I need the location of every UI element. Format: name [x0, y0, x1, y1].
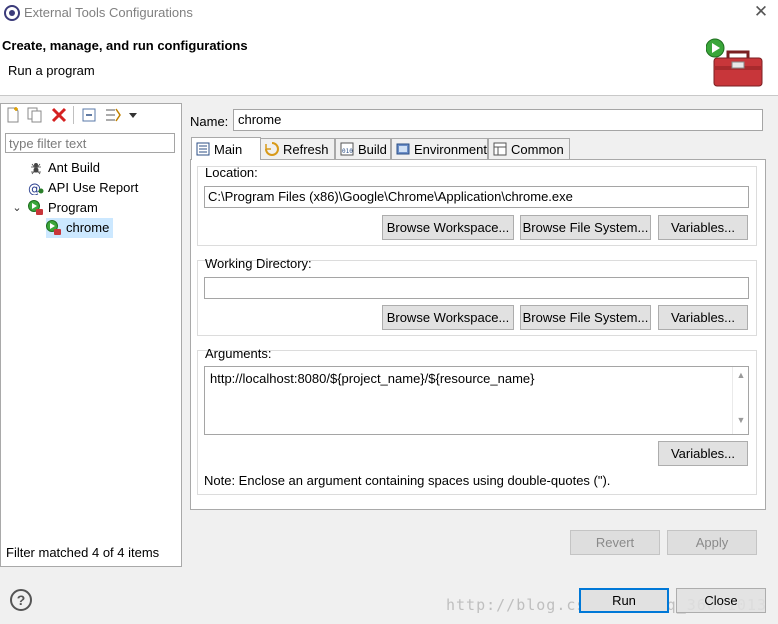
tree-item-chrome[interactable]: chrome	[46, 218, 114, 238]
toolbox-run-icon	[706, 38, 763, 87]
api-report-icon: @	[28, 180, 44, 196]
filter-input[interactable]	[5, 133, 175, 153]
close-button[interactable]: Close	[676, 588, 766, 613]
new-configuration-icon[interactable]	[4, 106, 22, 124]
scroll-up-icon[interactable]: ▲	[733, 370, 749, 380]
apply-button[interactable]: Apply	[667, 530, 757, 555]
location-field[interactable]: C:\Program Files (x86)\Google\Chrome\App…	[204, 186, 749, 208]
duplicate-icon[interactable]	[26, 106, 44, 124]
header-title: Create, manage, and run configurations	[2, 38, 248, 53]
working-directory-browse-workspace-button[interactable]: Browse Workspace...	[382, 305, 514, 330]
arguments-text: http://localhost:8080/${project_name}/${…	[210, 371, 535, 386]
tab-label: Common	[511, 141, 564, 157]
ant-icon	[28, 160, 44, 176]
svg-text:@: @	[28, 182, 41, 195]
header-subtitle: Run a program	[8, 63, 95, 78]
environment-tab-icon	[396, 142, 410, 156]
arguments-variables-button[interactable]: Variables...	[658, 441, 748, 466]
refresh-tab-icon	[265, 142, 279, 156]
common-tab-icon	[493, 142, 507, 156]
filter-icon[interactable]	[104, 106, 122, 124]
working-directory-variables-button[interactable]: Variables...	[658, 305, 748, 330]
location-variables-button[interactable]: Variables...	[658, 215, 748, 240]
window-title: External Tools Configurations	[24, 5, 193, 20]
tree-item-label: chrome	[66, 220, 110, 235]
scroll-down-icon[interactable]: ▼	[733, 415, 749, 425]
tab-refresh[interactable]: Refresh	[260, 138, 335, 159]
arguments-scrollbar[interactable]: ▲ ▼	[732, 367, 748, 434]
tree-item-label: Program	[48, 200, 98, 215]
tab-common[interactable]: Common	[488, 138, 570, 159]
tab-main[interactable]: Main	[191, 137, 261, 160]
header-banner	[0, 26, 778, 96]
program-config-icon	[46, 220, 62, 236]
arguments-textarea[interactable]: http://localhost:8080/${project_name}/${…	[204, 366, 749, 435]
tree-item-ant-build[interactable]: Ant Build	[28, 158, 100, 178]
view-menu-chevron-icon[interactable]	[124, 106, 142, 124]
main-tab-icon	[196, 142, 210, 156]
name-field[interactable]: chrome	[233, 109, 763, 131]
build-tab-icon: 010	[340, 142, 354, 156]
tree-item-api-use-report[interactable]: @ API Use Report	[28, 178, 138, 198]
svg-text:010: 010	[342, 148, 353, 155]
working-directory-label: Working Directory:	[205, 256, 312, 271]
run-button[interactable]: Run	[579, 588, 669, 613]
location-label: Location:	[205, 165, 258, 180]
tab-label: Refresh	[283, 141, 329, 157]
revert-button[interactable]: Revert	[570, 530, 660, 555]
delete-icon[interactable]	[50, 106, 68, 124]
collapse-all-icon[interactable]	[80, 106, 98, 124]
tab-build[interactable]: 010 Build	[335, 138, 391, 159]
arguments-note: Note: Enclose an argument containing spa…	[204, 473, 611, 488]
close-window-button[interactable]: ✕	[748, 2, 774, 22]
tree-item-label: API Use Report	[48, 180, 139, 195]
location-browse-file-system-button[interactable]: Browse File System...	[520, 215, 651, 240]
name-label: Name:	[190, 114, 229, 129]
tab-label: Environment	[414, 141, 487, 157]
tree-item-label: Ant Build	[48, 160, 101, 175]
eclipse-icon	[4, 5, 20, 21]
location-browse-workspace-button[interactable]: Browse Workspace...	[382, 215, 514, 240]
tab-label: Build	[358, 141, 387, 157]
help-icon[interactable]: ?	[10, 589, 32, 611]
arguments-label: Arguments:	[205, 346, 272, 361]
filter-status: Filter matched 4 of 4 items	[6, 545, 160, 560]
working-directory-field[interactable]	[204, 277, 749, 299]
tab-environment[interactable]: Environment	[391, 138, 488, 159]
toolbar-separator	[73, 106, 74, 124]
tree-item-program[interactable]: ⌄ Program	[10, 198, 98, 218]
working-directory-browse-file-system-button[interactable]: Browse File System...	[520, 305, 651, 330]
tab-label: Main	[214, 141, 243, 157]
expand-chevron-icon[interactable]: ⌄	[10, 198, 24, 218]
program-icon	[28, 200, 44, 216]
